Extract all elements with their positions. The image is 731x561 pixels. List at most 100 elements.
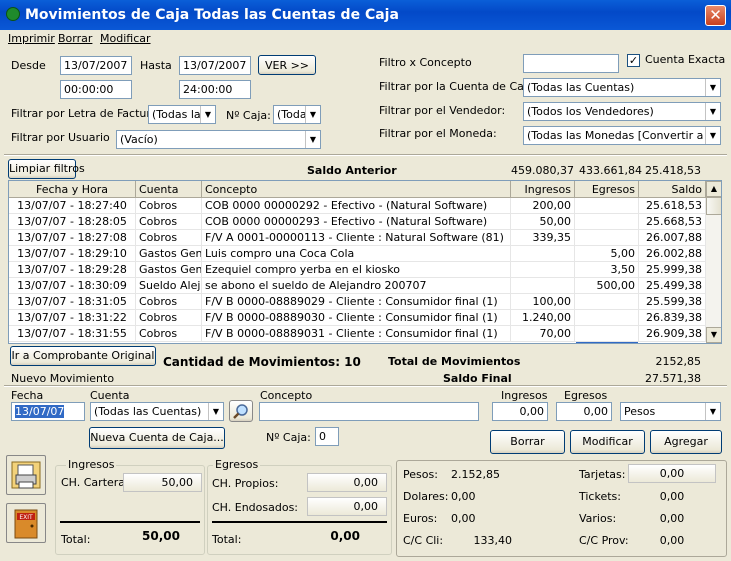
search-button[interactable] [229, 400, 253, 422]
ver-button[interactable]: VER >> [258, 55, 316, 75]
column-header-cuenta[interactable]: Cuenta [136, 181, 202, 198]
vendedor-select[interactable]: (Todos los Vendedores) ▼ [523, 102, 721, 121]
scroll-down-icon[interactable]: ▼ [706, 327, 721, 343]
tarjetas-label: Tarjetas: [579, 468, 626, 481]
column-header-ingresos[interactable]: Ingresos [511, 181, 575, 198]
hasta-time-field[interactable]: 24:00:00 [179, 80, 251, 99]
table-row[interactable]: 13/07/07 - 18:31:05 Cobros F/V B 0000-0888… [9, 294, 706, 310]
table-row[interactable]: 13/07/07 - 18:29:10Gastos GeneLuis compr… [9, 246, 706, 262]
table-row[interactable]: 13/07/07 - 18:31:22 Cobros F/V B 0000-0888… [9, 310, 706, 326]
cell-egresos [575, 214, 639, 230]
desde-time-field[interactable]: 00:00:00 [60, 80, 132, 99]
table-row[interactable]: 13/07/07 - 18:30:09Sueldo Alejarse abono… [9, 278, 706, 294]
saldo-final-value: 27.571,38 [645, 372, 701, 385]
movements-table[interactable]: Fecha y Hora Cuenta Concepto Ingresos Eg… [8, 180, 722, 344]
hasta-date-field[interactable]: 13/07/2007 [179, 56, 251, 75]
cell-egresos: 5,00 [575, 246, 639, 262]
egresos-total-label: Total: [212, 533, 242, 546]
chevron-down-icon[interactable]: ▼ [305, 131, 320, 148]
close-button[interactable]: ✕ [705, 5, 726, 26]
ingresos-input[interactable]: 0,00 [492, 402, 548, 421]
fecha-input[interactable]: 13/07/07 [11, 402, 85, 421]
table-scrollbar[interactable]: ▲ ▼ [706, 181, 721, 343]
table-row[interactable]: 13/07/07 - 18:31:55 Cobros F/V B 0000-0888… [9, 326, 706, 342]
print-button[interactable] [6, 455, 46, 495]
cell-ingresos: 1.240,00 [511, 310, 575, 326]
ir-comprobante-button[interactable]: Ir a Comprobante Original [10, 346, 156, 366]
tickets-label: Tickets: [579, 490, 621, 503]
caja-select[interactable]: (Toda ▼ [273, 105, 321, 124]
dolares-value: 0,00 [451, 490, 476, 503]
cuenta-exacta-checkbox[interactable]: ✓ [627, 54, 640, 67]
cuenta-caja-select[interactable]: (Todas las Cuentas) ▼ [523, 78, 721, 97]
cell-saldo: 26.002,88 [639, 246, 706, 262]
ingresos-total-label: Total: [61, 533, 91, 546]
egresos-group-title: Egresos [213, 458, 261, 471]
cantidad-movimientos: Cantidad de Movimientos: 10 [163, 355, 361, 369]
concepto-input[interactable] [259, 402, 479, 421]
concepto-filter-input[interactable] [523, 54, 619, 73]
window-title: Movimientos de Caja Todas las Cuentas de… [25, 7, 399, 23]
column-header-concepto[interactable]: Concepto [202, 181, 511, 198]
table-row[interactable]: 13/07/07 - 18:28:05 Cobros COB 0000 000002… [9, 214, 706, 230]
table-row[interactable]: 13/07/07 - 18:29:28Gastos GeneEzequiel c… [9, 262, 706, 278]
cartera-value: 50,00 [123, 473, 202, 492]
cc-prov-value: 0,00 [659, 534, 685, 547]
cuenta-label: Cuenta [90, 389, 130, 402]
cuenta-select[interactable]: (Todas las Cuentas) ▼ [90, 402, 224, 421]
saldo-anterior-ingresos: 459.080,37 [511, 164, 574, 177]
column-header-egresos[interactable]: Egresos [575, 181, 639, 198]
usuario-select[interactable]: (Vacío) ▼ [116, 130, 321, 149]
modificar-button[interactable]: Modificar [570, 430, 645, 454]
menu-imprimir[interactable]: Imprimir [8, 32, 55, 45]
menu-modificar[interactable]: Modificar [100, 32, 151, 45]
chevron-down-icon[interactable]: ▼ [705, 127, 720, 144]
moneda-select[interactable]: (Todas las Monedas [Convertir a Pes ▼ [523, 126, 721, 145]
menu-borrar[interactable]: Borrar [58, 32, 92, 45]
scroll-thumb[interactable] [706, 197, 721, 215]
column-header-saldo[interactable]: Saldo [639, 181, 706, 198]
nuevo-movimiento-label: Nuevo Movimiento [11, 372, 115, 385]
chevron-down-icon[interactable]: ▼ [305, 106, 320, 123]
cell-fecha: 13/07/07 - 18:31:22 [9, 310, 136, 326]
ingresos-total-value: 50,00 [142, 529, 180, 543]
limpiar-filtros-button[interactable]: Limpiar filtros [8, 159, 85, 179]
svg-text:EXIT: EXIT [19, 514, 33, 521]
ingresos-label: Ingresos [501, 389, 548, 402]
cell-cuenta: Sueldo Alejar [136, 278, 202, 294]
chevron-down-icon[interactable]: ▼ [705, 403, 720, 420]
cell-concepto: se abono el sueldo de Alejandro 200707 [202, 278, 511, 294]
printer-icon[interactable] [7, 456, 45, 494]
cell-saldo: 25.668,53 [639, 214, 706, 230]
chevron-down-icon[interactable]: ▼ [705, 79, 720, 96]
exit-button[interactable]: EXIT [6, 503, 46, 543]
cartera-label: CH. Cartera: [61, 476, 129, 489]
chevron-down-icon[interactable]: ▼ [208, 403, 223, 420]
nro-caja-input[interactable]: 0 [315, 427, 339, 446]
cell-ingresos: 70,00 [511, 326, 575, 342]
pesos-label: Pesos: [403, 468, 438, 481]
nueva-cuenta-button[interactable]: Nueva Cuenta de Caja... [89, 427, 225, 449]
desde-date-field[interactable]: 13/07/2007 [60, 56, 132, 75]
app-icon [6, 7, 20, 21]
table-row[interactable]: 13/07/07 - 18:27:40 Cobros COB 0000 000002… [9, 198, 706, 214]
letra-factura-label: Filtrar por Letra de Factura: [11, 107, 162, 120]
chevron-down-icon[interactable]: ▼ [705, 103, 720, 120]
cell-egresos [575, 310, 639, 326]
cell-saldo: 26.839,38 [639, 310, 706, 326]
borrar-button[interactable]: Borrar [490, 430, 565, 454]
moneda-select[interactable]: Pesos ▼ [620, 402, 721, 421]
search-icon[interactable] [232, 403, 250, 421]
cell-fecha: 13/07/07 - 18:29:10 [9, 246, 136, 262]
endosados-value: 0,00 [307, 497, 387, 516]
exit-icon[interactable]: EXIT [7, 504, 45, 542]
chevron-down-icon[interactable]: ▼ [200, 106, 215, 123]
table-row[interactable]: 13/07/07 - 18:27:08 Cobros F/V A 0001-0000… [9, 230, 706, 246]
column-header-fecha[interactable]: Fecha y Hora [9, 181, 136, 198]
egresos-input[interactable]: 0,00 [556, 402, 612, 421]
agregar-button[interactable]: Agregar [650, 430, 722, 454]
title-bar: Movimientos de Caja Todas las Cuentas de… [0, 0, 731, 30]
letra-factura-select[interactable]: (Todas las ▼ [148, 105, 216, 124]
scroll-up-icon[interactable]: ▲ [706, 181, 721, 197]
cell-fecha: 13/07/07 - 18:29:28 [9, 262, 136, 278]
